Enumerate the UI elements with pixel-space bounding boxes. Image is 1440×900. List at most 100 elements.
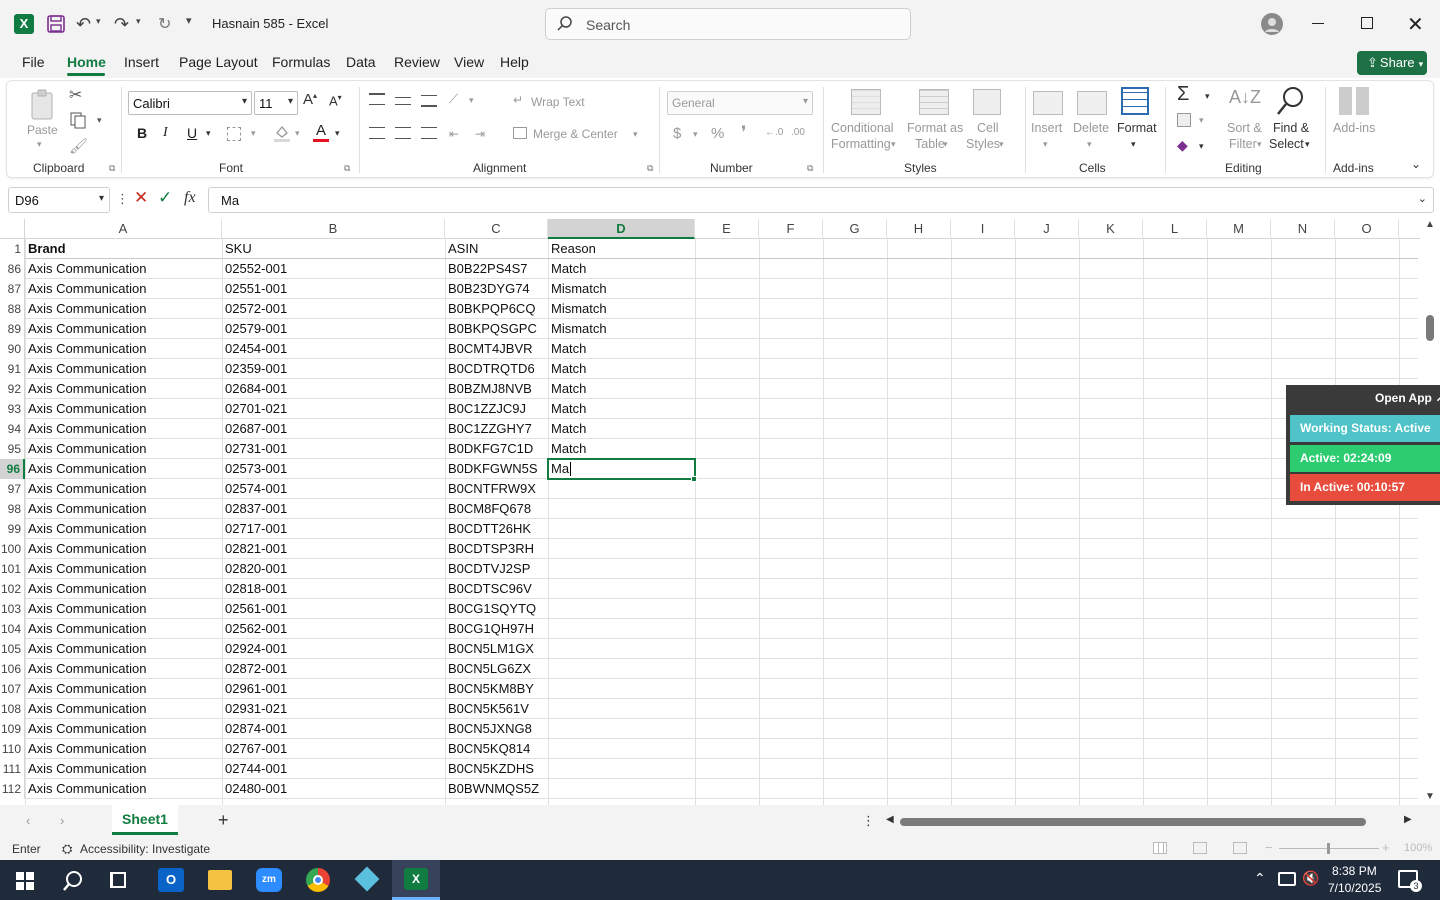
customize-qat-icon[interactable]: ▾ — [186, 14, 192, 27]
font-size-select[interactable]: 11 ▾ — [254, 91, 298, 115]
tab-insert[interactable]: Insert — [124, 54, 159, 70]
cell-brand[interactable]: Axis Communication — [25, 659, 222, 679]
row-number[interactable]: 111 — [0, 759, 25, 779]
cancel-entry-icon[interactable]: ✕ — [134, 188, 148, 208]
paste-icon[interactable] — [29, 89, 57, 121]
align-top-icon[interactable] — [369, 93, 385, 105]
cell-reason[interactable] — [548, 739, 695, 759]
cell-reason[interactable] — [548, 719, 695, 739]
tab-formulas[interactable]: Formulas — [272, 54, 330, 70]
zoom-slider-thumb[interactable] — [1327, 843, 1330, 854]
row-number[interactable]: 95 — [0, 439, 25, 459]
font-color-icon[interactable]: A — [313, 123, 329, 142]
autosum-icon[interactable]: Σ — [1177, 83, 1189, 106]
taskbar-search-icon[interactable] — [62, 870, 84, 892]
minimize-icon[interactable] — [1312, 23, 1324, 24]
column-header-f[interactable]: F — [759, 219, 823, 239]
redo-dropdown-icon[interactable]: ▾ — [136, 16, 141, 27]
underline-dropdown-icon[interactable]: ▾ — [206, 128, 211, 139]
cell-reason[interactable]: Match — [548, 339, 695, 359]
file-explorer-icon[interactable] — [208, 870, 232, 890]
sheet-bar-options-icon[interactable]: ⋮ — [862, 813, 875, 829]
align-bottom-icon[interactable] — [421, 95, 437, 107]
cell-reason[interactable] — [548, 559, 695, 579]
column-header-g[interactable]: G — [823, 219, 887, 239]
collapse-ribbon-icon[interactable]: ⌄ — [1411, 157, 1421, 171]
excel-logo-icon[interactable]: X — [14, 14, 34, 34]
delete-cells-dropdown-icon[interactable]: ▾ — [1087, 139, 1092, 150]
row-number[interactable]: 112 — [0, 779, 25, 799]
autosum-dropdown-icon[interactable]: ▾ — [1205, 91, 1210, 102]
fill-handle[interactable] — [691, 476, 697, 482]
row-number[interactable]: 87 — [0, 279, 25, 299]
row-number[interactable]: 96 — [0, 459, 25, 479]
cell-brand[interactable]: Axis Communication — [25, 739, 222, 759]
borders-dropdown-icon[interactable]: ▾ — [251, 128, 256, 139]
header-cell-reason[interactable]: Reason — [548, 239, 695, 259]
column-header-i[interactable]: I — [951, 219, 1015, 239]
header-cell-sku[interactable]: SKU — [222, 239, 445, 259]
fill-dropdown-icon[interactable]: ▾ — [1199, 115, 1204, 126]
cell-styles-dropdown-icon[interactable]: ▾ — [999, 139, 1004, 150]
cell-styles-icon[interactable] — [973, 89, 1001, 115]
search-box[interactable]: Search — [545, 8, 911, 40]
cell-brand[interactable]: Axis Communication — [25, 439, 222, 459]
cell-asin[interactable]: B0CN5K561V — [445, 699, 548, 719]
cell-sku[interactable]: 02818-001 — [222, 579, 445, 599]
maximize-icon[interactable] — [1361, 17, 1373, 29]
cell-sku[interactable]: 02552-001 — [222, 259, 445, 279]
cell-brand[interactable]: Axis Communication — [25, 419, 222, 439]
cell-brand[interactable]: Axis Communication — [25, 579, 222, 599]
cell-asin[interactable]: B0CG1QH97H — [445, 619, 548, 639]
cell-brand[interactable]: Axis Communication — [25, 279, 222, 299]
row-number[interactable]: 99 — [0, 519, 25, 539]
name-box[interactable]: D96 ▾ — [8, 187, 110, 213]
cut-icon[interactable]: ✂ — [69, 85, 82, 105]
sheet-tab-sheet1[interactable]: Sheet1 — [112, 805, 178, 835]
format-as-table-dropdown-icon[interactable]: ▾ — [943, 139, 948, 150]
cell-sku[interactable]: 02573-001 — [222, 459, 445, 479]
row-number[interactable]: 103 — [0, 599, 25, 619]
cell-asin[interactable]: B0DKFG7C1D — [445, 439, 548, 459]
cell-reason[interactable]: Mismatch — [548, 319, 695, 339]
find-select-icon[interactable] — [1275, 85, 1305, 117]
decrease-decimal-icon[interactable]: .00 — [791, 127, 805, 138]
cell-brand[interactable]: Axis Communication — [25, 459, 222, 479]
cell-reason[interactable] — [548, 779, 695, 799]
row-number[interactable]: 86 — [0, 259, 25, 279]
format-as-table-icon[interactable] — [919, 89, 949, 115]
delete-cells-label[interactable]: Delete — [1073, 121, 1109, 135]
cell-asin[interactable]: B0BKPQP6CQ — [445, 299, 548, 319]
find-select-label-1[interactable]: Find & — [1273, 121, 1309, 135]
tab-page-layout[interactable]: Page Layout — [179, 54, 258, 70]
cell-sku[interactable]: 02837-001 — [222, 499, 445, 519]
cell-sku[interactable]: 02574-001 — [222, 479, 445, 499]
start-icon[interactable] — [16, 872, 34, 890]
header-cell-brand[interactable]: Brand — [25, 239, 222, 259]
merge-dropdown-icon[interactable]: ▾ — [633, 129, 638, 140]
header-cell-asin[interactable]: ASIN — [445, 239, 548, 259]
insert-cells-icon[interactable] — [1033, 91, 1063, 115]
cell-sku[interactable]: 02687-001 — [222, 419, 445, 439]
cell-asin[interactable]: B0CG1SQYTQ — [445, 599, 548, 619]
cell-sku[interactable]: 02821-001 — [222, 539, 445, 559]
formula-bar-more-icon[interactable]: ⋮ — [116, 191, 129, 207]
zoom-app-icon[interactable]: zm — [256, 868, 282, 892]
row-number[interactable]: 1 — [0, 239, 25, 259]
cell-asin[interactable]: B0CN5JXNG8 — [445, 719, 548, 739]
column-header-l[interactable]: L — [1143, 219, 1207, 239]
cell-asin[interactable]: B0C1ZZGHY7 — [445, 419, 548, 439]
cell-sku[interactable]: 02579-001 — [222, 319, 445, 339]
cell-asin[interactable]: B0CMT4JBVR — [445, 339, 548, 359]
cell-asin[interactable]: B0CM8FQ678 — [445, 499, 548, 519]
cell-reason[interactable]: Match — [548, 439, 695, 459]
tab-review[interactable]: Review — [394, 54, 440, 70]
cell-brand[interactable]: Axis Communication — [25, 339, 222, 359]
cell-reason[interactable] — [548, 479, 695, 499]
row-number[interactable]: 101 — [0, 559, 25, 579]
conditional-formatting-label-1[interactable]: Conditional — [831, 121, 894, 135]
account-avatar[interactable] — [1261, 13, 1283, 35]
clear-icon[interactable]: ◆ — [1177, 137, 1188, 154]
cell-reason[interactable] — [548, 579, 695, 599]
cell-brand[interactable]: Axis Communication — [25, 639, 222, 659]
